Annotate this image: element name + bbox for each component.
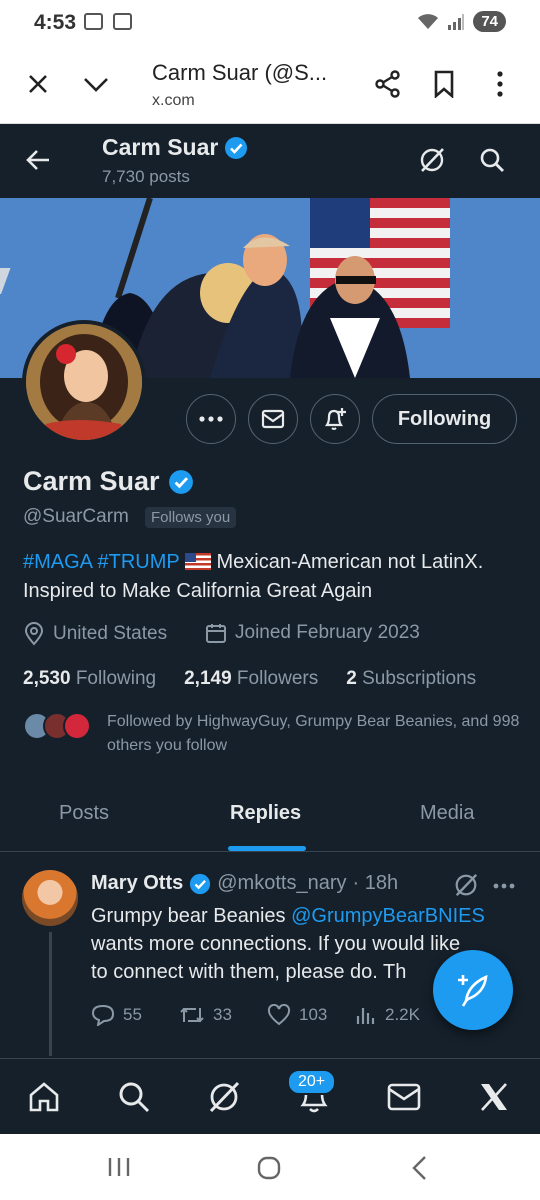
system-navigation-bar: [0, 1134, 540, 1200]
calendar-icon: [206, 624, 226, 643]
more-options-button[interactable]: [186, 394, 236, 444]
profile-bio: #MAGA #TRUMP Mexican-American not LatinX…: [23, 548, 523, 606]
bell-plus-icon: [324, 408, 346, 430]
grok-icon[interactable]: [204, 1077, 244, 1117]
profile-avatar[interactable]: [22, 320, 146, 444]
signal-icon: [448, 13, 465, 30]
follows-you-badge: Follows you: [145, 507, 237, 528]
followed-by-text: Followed by HighwayGuy, Grumpy Bear Bean…: [107, 713, 520, 754]
feather-plus-icon: [458, 974, 488, 1007]
tab-replies[interactable]: Replies: [230, 802, 301, 825]
avatar[interactable]: [22, 870, 78, 926]
more-vertical-icon[interactable]: [480, 64, 520, 104]
notifications-badge: 20+: [287, 1069, 337, 1095]
search-icon[interactable]: [472, 140, 512, 180]
profile-joined: Joined February 2023: [235, 622, 420, 643]
envelope-icon: [261, 409, 285, 429]
header-name: Carm Suar: [102, 134, 219, 160]
back-chevron-icon[interactable]: [410, 1155, 428, 1181]
chevron-down-icon[interactable]: [76, 64, 116, 104]
following-button[interactable]: Following: [372, 394, 517, 444]
bio-text: Mexican-American not LatinX. Inspired to…: [23, 551, 484, 602]
browser-page-title: Carm Suar (@S...: [152, 60, 328, 85]
share-icon[interactable]: [368, 64, 408, 104]
profile-header: Carm Suar 7,730 posts: [0, 124, 540, 198]
profile-handle: @SuarCarm: [23, 506, 129, 527]
us-flag-icon: [184, 553, 211, 570]
gallery-icon: [84, 13, 103, 30]
messages-envelope-icon[interactable]: [384, 1077, 424, 1117]
profile-location: United States: [53, 623, 168, 644]
header-post-count: 7,730 posts: [102, 167, 190, 186]
analytics-icon: [356, 1008, 375, 1024]
browser-url: x.com: [152, 92, 195, 109]
status-bar: 4:53 74: [0, 0, 540, 46]
verified-badge-icon: [168, 469, 193, 494]
repost-button[interactable]: 33: [179, 1004, 267, 1026]
home-icon[interactable]: [24, 1077, 64, 1117]
message-button[interactable]: [248, 394, 298, 444]
recent-apps-icon[interactable]: [106, 1156, 132, 1178]
hashtag-link[interactable]: #TRUMP: [97, 551, 179, 573]
profile-tabs: Posts Replies Media: [0, 780, 540, 852]
browser-bar: Carm Suar (@S... x.com: [0, 46, 540, 124]
notify-button[interactable]: [310, 394, 360, 444]
active-tab-indicator: [228, 846, 306, 851]
like-button[interactable]: 103: [267, 1004, 355, 1026]
thread-line: [49, 932, 52, 1056]
wifi-icon: [418, 13, 439, 29]
search-icon[interactable]: [114, 1077, 154, 1117]
subscriptions-stat[interactable]: 2 Subscriptions: [346, 668, 476, 690]
home-circle-icon[interactable]: [257, 1156, 281, 1180]
avatar: [63, 712, 91, 740]
verified-badge-icon: [190, 873, 211, 894]
battery-indicator: 74: [473, 11, 506, 32]
compose-post-button[interactable]: [433, 950, 513, 1030]
followers-stat[interactable]: 2,149 Followers: [184, 668, 318, 690]
bottom-navigation: 20+: [0, 1058, 540, 1134]
grok-icon[interactable]: [453, 872, 479, 898]
views-button[interactable]: 2.2K: [355, 1004, 443, 1026]
post-handle[interactable]: @mkotts_nary: [217, 872, 346, 895]
more-horizontal-icon[interactable]: [493, 883, 515, 889]
screenshot-icon: [113, 13, 132, 30]
x-logo-icon[interactable]: [474, 1077, 514, 1117]
mention-link[interactable]: @GrumpyBearBNIES: [291, 905, 485, 927]
more-horizontal-icon: [199, 416, 223, 422]
reply-icon: [91, 1004, 115, 1026]
post-author[interactable]: Mary Otts: [91, 872, 183, 895]
tab-posts[interactable]: Posts: [59, 802, 109, 825]
profile-name: Carm Suar: [23, 466, 160, 496]
location-pin-icon: [24, 622, 44, 646]
back-arrow-icon[interactable]: [18, 140, 58, 180]
hashtag-link[interactable]: #MAGA: [23, 551, 92, 573]
bookmark-icon[interactable]: [424, 64, 464, 104]
followed-by[interactable]: Followed by HighwayGuy, Grumpy Bear Bean…: [23, 710, 523, 760]
post-time: · 18h: [352, 872, 399, 894]
grok-icon[interactable]: [412, 140, 452, 180]
verified-badge-icon: [225, 136, 248, 159]
status-time: 4:53: [34, 11, 77, 34]
close-icon[interactable]: [18, 64, 58, 104]
repost-icon: [180, 1007, 204, 1023]
heart-icon: [267, 1004, 291, 1026]
tab-media[interactable]: Media: [420, 802, 474, 825]
following-stat[interactable]: 2,530 Following: [23, 668, 156, 690]
reply-button[interactable]: 55: [91, 1004, 179, 1026]
